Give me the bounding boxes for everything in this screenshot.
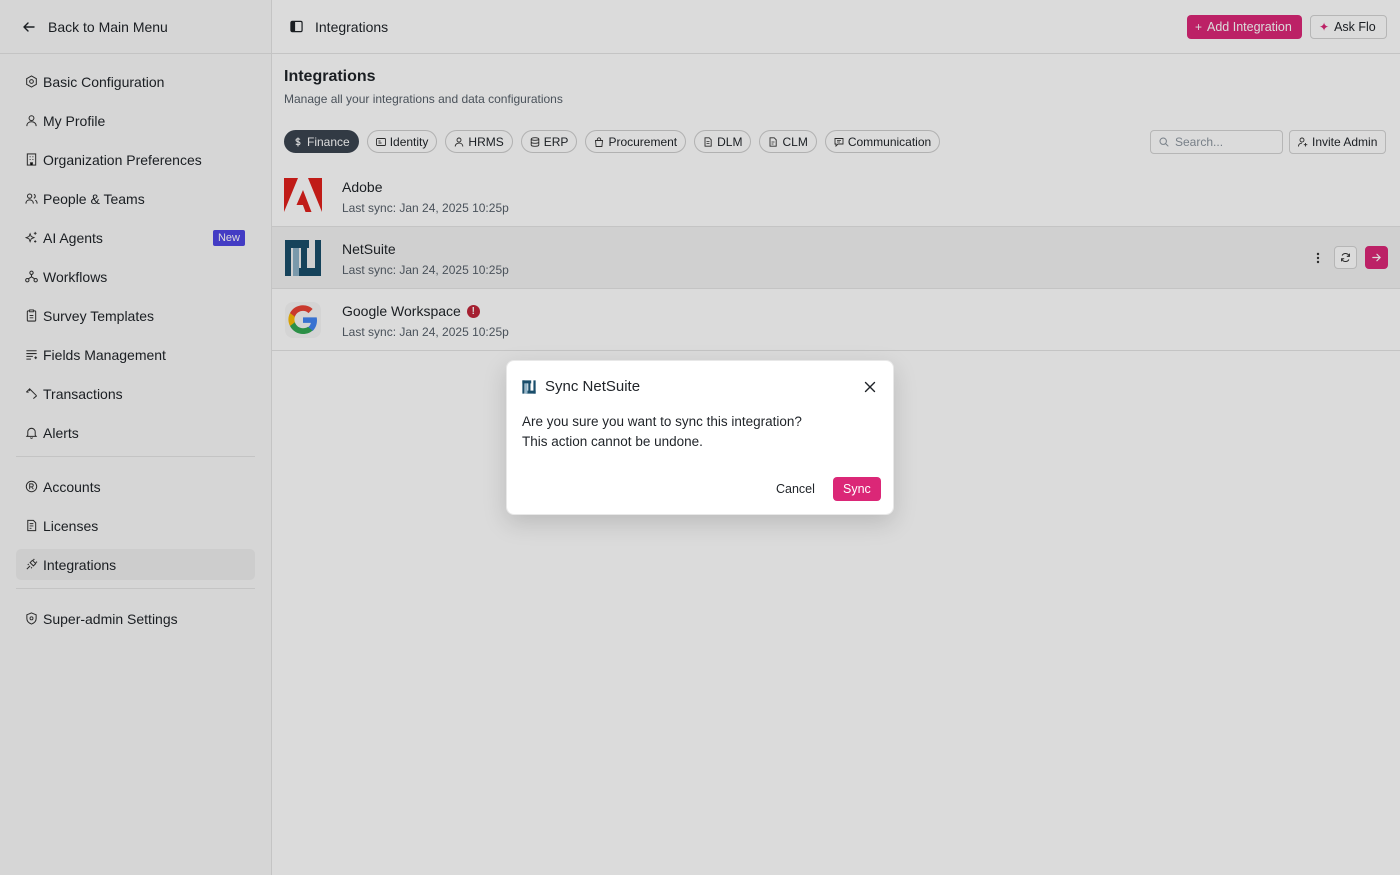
confirm-sync-button[interactable]: Sync (833, 477, 881, 501)
sync-confirm-dialog: Sync NetSuite Are you sure you want to s… (506, 360, 894, 515)
dialog-message: Are you sure you want to sync this integ… (522, 412, 862, 451)
dialog-message-line-1: Are you sure you want to sync this integ… (522, 414, 802, 429)
dialog-message-line-2: This action cannot be undone. (522, 433, 703, 449)
close-icon[interactable] (864, 380, 876, 393)
dialog-title: Sync NetSuite (545, 378, 641, 395)
netsuite-logo-icon (522, 380, 536, 394)
cancel-button[interactable]: Cancel (771, 477, 820, 501)
